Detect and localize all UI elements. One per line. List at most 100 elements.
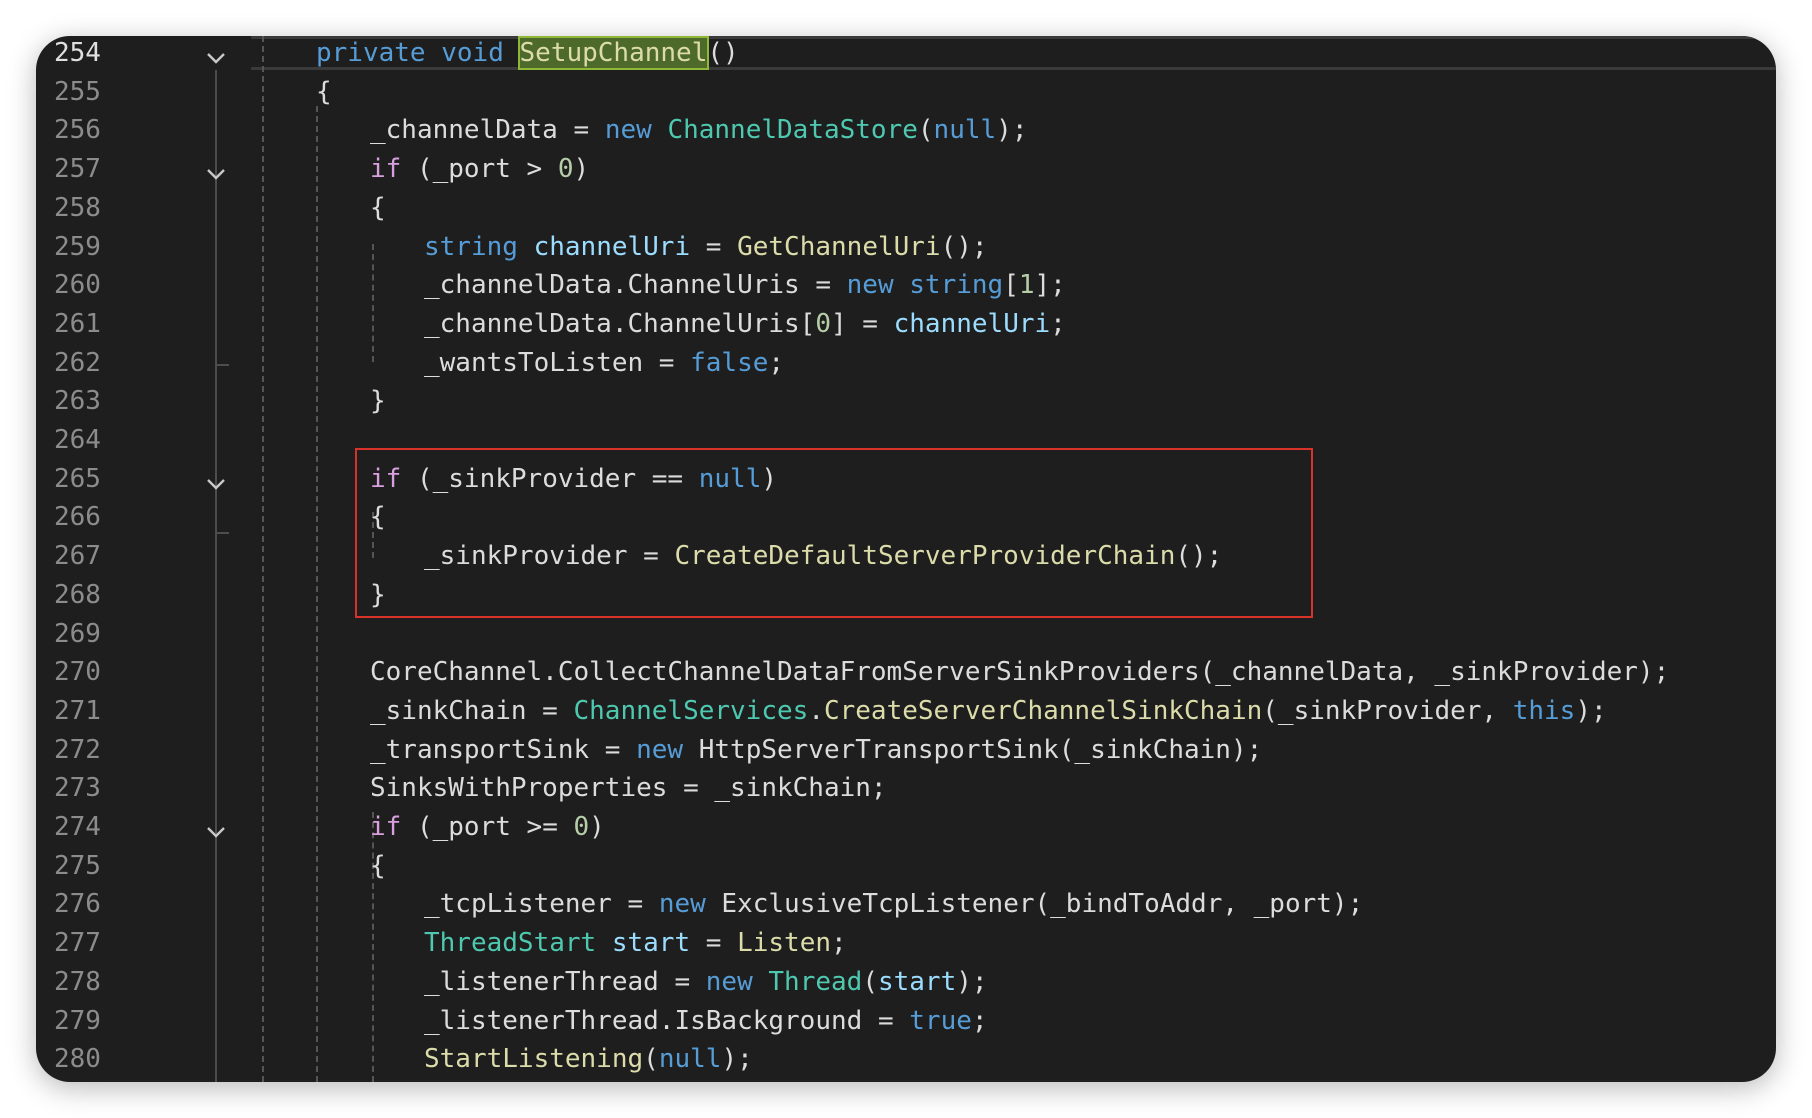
line-number: 258	[54, 192, 101, 223]
code-token: true	[909, 1005, 972, 1036]
code-token: 0	[573, 812, 590, 842]
line-number: 274	[54, 812, 101, 842]
line-number: 267	[54, 541, 101, 572]
gutter-row: 275	[36, 847, 276, 886]
code-token: Listen	[737, 928, 832, 959]
gutter-row: 257	[36, 150, 276, 189]
code-line[interactable]: ThreadStart start = Listen;	[424, 924, 847, 963]
code-token: =	[690, 231, 738, 262]
code-token: void	[441, 38, 504, 68]
gutter-row: 255	[36, 73, 276, 112]
code-token: );	[996, 115, 1028, 146]
line-number: 255	[54, 76, 101, 107]
code-token: _listenerThread.IsBackground =	[424, 1005, 910, 1036]
gutter-row: 269	[36, 615, 276, 654]
gutter-row: 256	[36, 111, 276, 150]
code-token: false	[690, 347, 769, 378]
code-token: );	[721, 1044, 753, 1075]
code-line[interactable]: _listenerThread = new Thread(start);	[424, 963, 988, 1002]
line-number: 268	[54, 579, 101, 610]
code-line[interactable]: {	[370, 847, 386, 886]
gutter-row: 258	[36, 189, 276, 228]
line-number: 260	[54, 270, 101, 301]
line-number: 262	[54, 347, 101, 378]
code-line[interactable]: SinksWithProperties = _sinkChain;	[370, 769, 887, 808]
code-token: new	[846, 270, 894, 301]
code-token: );	[1575, 695, 1607, 726]
line-number: 272	[54, 734, 101, 765]
code-line[interactable]: CoreChannel.CollectChannelDataFromServer…	[370, 653, 1669, 692]
code-token: }	[370, 386, 386, 417]
code-token: [	[1003, 270, 1019, 301]
code-line[interactable]: _channelData.ChannelUris[0] = channelUri…	[424, 305, 1066, 344]
line-number: 265	[54, 463, 101, 494]
code-token: CreateServerChannelSinkChain	[823, 695, 1263, 726]
code-line[interactable]: _transportSink = new HttpServerTransport…	[370, 731, 1262, 770]
code-token: start	[877, 966, 957, 997]
code-token: _wantsToListen =	[424, 347, 691, 378]
code-token: ExclusiveTcpListener(_bindToAddr, _port)…	[705, 889, 1364, 920]
chevron-down-icon[interactable]	[206, 44, 226, 64]
code-line[interactable]: if (_port > 0)	[370, 150, 589, 189]
code-token: string	[424, 231, 518, 262]
code-token: StartListening	[424, 1044, 644, 1075]
code-token: if	[370, 154, 402, 185]
code-token: ;	[768, 347, 785, 378]
code-token: .	[808, 695, 824, 726]
code-line[interactable]: {	[316, 73, 332, 112]
code-line[interactable]: _channelData = new ChannelDataStore(null…	[370, 111, 1027, 150]
line-number: 264	[54, 425, 101, 455]
code-token: );	[956, 966, 988, 997]
code-token: ()	[707, 38, 739, 68]
gutter-row: 267	[36, 537, 276, 576]
code-token: _channelData =	[370, 115, 605, 146]
chevron-down-icon[interactable]	[206, 818, 226, 838]
code-token: {	[370, 850, 386, 881]
code-line[interactable]: {	[370, 189, 386, 228]
code-token: 1	[1018, 270, 1035, 301]
gutter-row: 260	[36, 266, 276, 305]
gutter-row: 273	[36, 769, 276, 808]
code-line[interactable]: string channelUri = GetChannelUri();	[424, 228, 988, 267]
code-line[interactable]: _sinkChain = ChannelServices.CreateServe…	[370, 692, 1607, 731]
chevron-down-icon[interactable]	[206, 470, 226, 490]
code-line[interactable]: _channelData.ChannelUris = new string[1]…	[424, 266, 1066, 305]
code-line[interactable]: }	[370, 382, 386, 421]
line-number: 257	[54, 154, 101, 185]
line-number: 277	[54, 928, 101, 959]
gutter-row: 274	[36, 808, 276, 847]
line-number: 266	[54, 502, 101, 533]
code-line[interactable]: if (_port >= 0)	[370, 808, 605, 847]
gutter-row: 278	[36, 963, 276, 1002]
line-number: 280	[54, 1044, 101, 1075]
gutter-row: 259	[36, 228, 276, 267]
code-token: ];	[1034, 270, 1066, 301]
code-line[interactable]: _wantsToListen = false;	[424, 344, 784, 383]
code-token: channelUri	[893, 308, 1051, 339]
line-number: 279	[54, 1005, 101, 1036]
code-line[interactable]: _tcpListener = new ExclusiveTcpListener(…	[424, 885, 1363, 924]
code-token: CoreChannel.CollectChannelDataFromServer…	[370, 657, 1670, 688]
code-line[interactable]: StartListening(null);	[424, 1040, 753, 1079]
code-token: new	[705, 966, 753, 997]
code-token: 0	[557, 154, 574, 185]
code-editor-window[interactable]: 254 255 256 257 258 259 260 261 262 263 264 265 266 2…	[36, 36, 1776, 1082]
code-line[interactable]: _listenerThread.IsBackground = true;	[424, 1002, 988, 1041]
line-number: 273	[54, 773, 101, 804]
code-token: ChannelServices	[573, 695, 809, 726]
gutter-row: 277	[36, 924, 276, 963]
code-token: ] =	[831, 308, 894, 339]
code-token: if	[370, 812, 402, 842]
code-token: (_port >	[401, 154, 558, 185]
code-line[interactable]: private void SetupChannel()	[316, 36, 739, 73]
code-token: Thread	[768, 966, 863, 997]
chevron-down-icon[interactable]	[206, 160, 226, 180]
line-number: 270	[54, 657, 101, 688]
code-token: null	[933, 115, 997, 146]
code-token: (	[862, 966, 878, 997]
